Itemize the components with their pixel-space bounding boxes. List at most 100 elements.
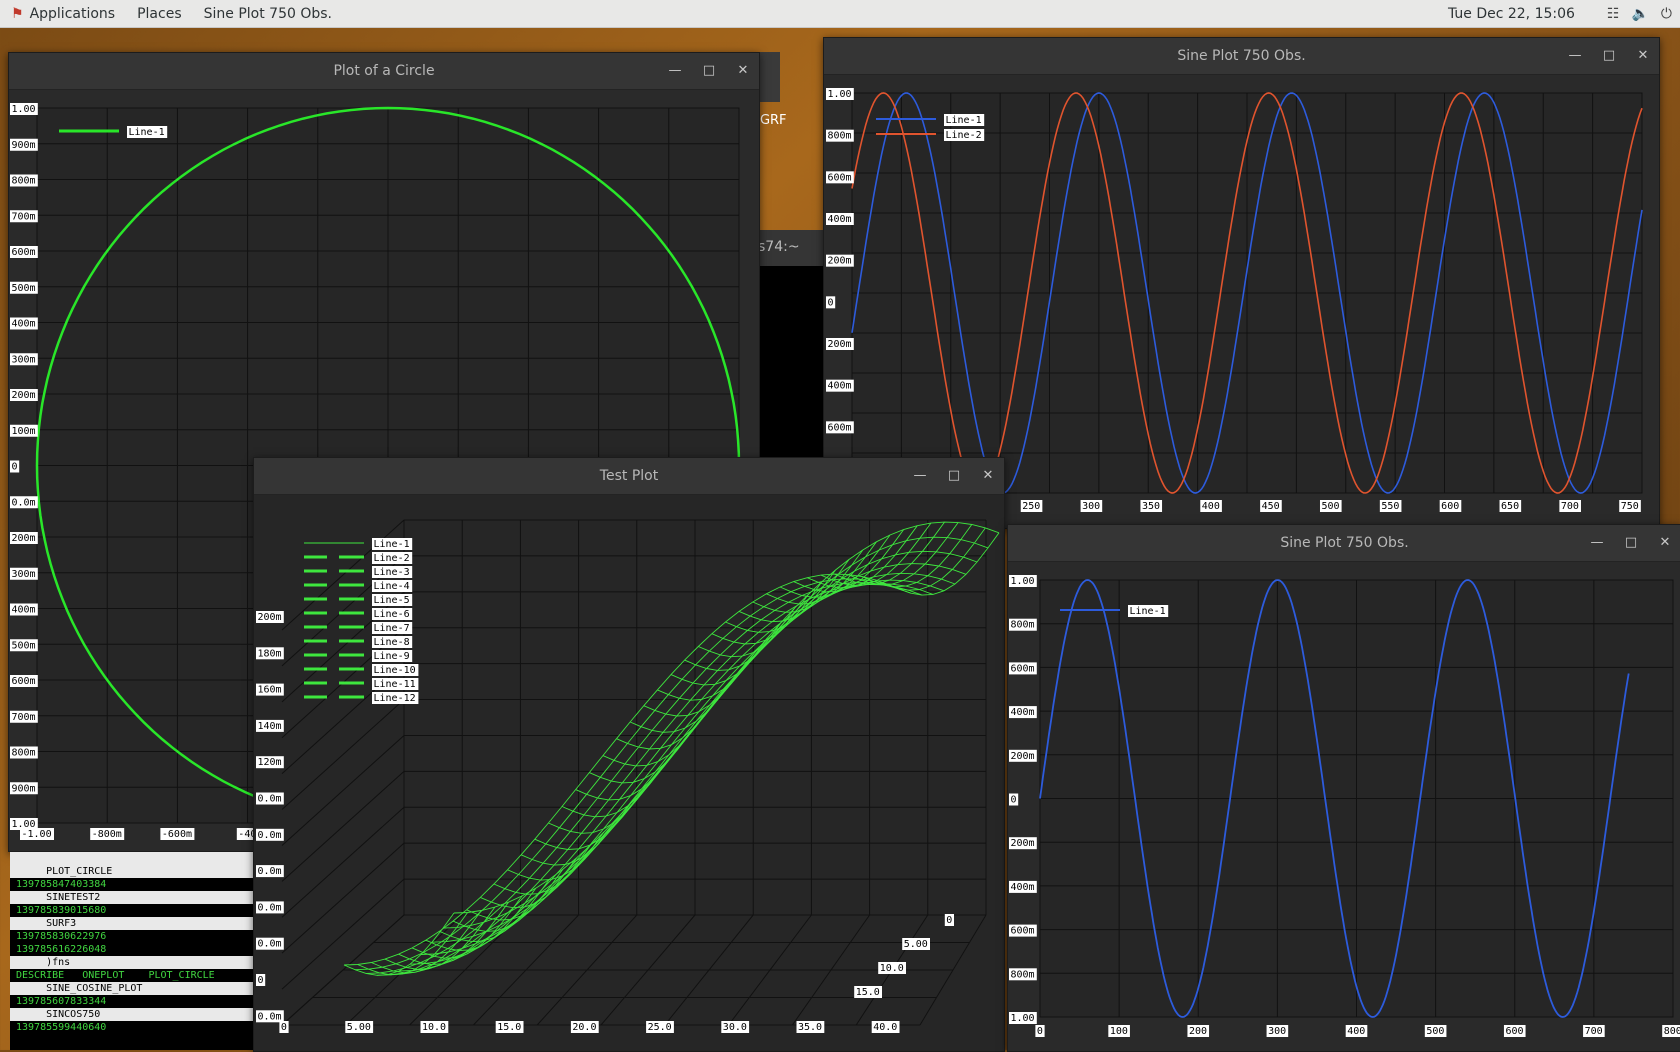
terminal-line: 139785839015680 <box>16 905 107 916</box>
y-tick-label: 0.0m <box>12 497 36 508</box>
x-tick-label: 300 <box>1082 501 1100 512</box>
x-tick-label: 550 <box>1381 501 1399 512</box>
y-tick-label: 200m <box>828 256 852 267</box>
volume-icon[interactable]: 🔈 <box>1631 6 1648 22</box>
x-tick-label: 10.0 <box>422 1022 446 1033</box>
z-tick-label: 0.0m <box>258 939 282 950</box>
x-tick-label: 650 <box>1501 501 1519 512</box>
maximize-icon[interactable]: □ <box>1601 48 1617 64</box>
y-tick-label: 800m <box>1011 969 1035 980</box>
x-tick-label: 450 <box>1262 501 1280 512</box>
legend-label: Line-7 <box>374 623 410 634</box>
sine2-window-titlebar[interactable]: Sine Plot 750 Obs. — □ ✕ <box>824 38 1659 75</box>
minimize-icon[interactable]: — <box>667 63 683 79</box>
power-icon[interactable]: ⏻ <box>1661 6 1672 22</box>
y-tick-label: 1.00 <box>1011 1013 1035 1024</box>
y-tick-label: 800m <box>1011 620 1035 631</box>
y-tick-label: 200m <box>12 533 36 544</box>
terminal-line: 139785599440640 <box>16 1022 107 1033</box>
y-tick-label: 500m <box>12 283 36 294</box>
applications-menu[interactable]: ⚑ Applications <box>0 6 126 22</box>
legend-label: Line-9 <box>374 651 410 662</box>
depth-tick-label: 0 <box>946 915 952 926</box>
maximize-icon[interactable]: □ <box>701 63 717 79</box>
y-tick-label: 400m <box>12 319 36 330</box>
terminal-window[interactable]: PLOT_CIRCLE 139785847403384 SINETEST2 1397… <box>10 852 254 1050</box>
z-tick-label: 120m <box>258 757 282 768</box>
y-tick-label: 600m <box>828 172 852 183</box>
y-tick-label: 600m <box>1011 926 1035 937</box>
sine-plot-one-line-window[interactable]: Sine Plot 750 Obs. — □ ✕ 1.00 800m 600m 400… <box>1007 524 1680 1052</box>
background-label-s74: s74:~ <box>758 239 800 255</box>
terminal-line <box>10 852 254 865</box>
y-tick-label: 200m <box>1011 838 1035 849</box>
close-icon[interactable]: ✕ <box>980 468 996 484</box>
clock[interactable]: Tue Dec 22, 15:06 <box>1448 6 1575 22</box>
terminal-line: )fns <box>10 956 254 969</box>
window-title: Sine Plot 750 Obs. <box>1177 48 1306 64</box>
y-tick-label: 100m <box>12 426 36 437</box>
legend-label-1: Line-1 <box>946 115 982 126</box>
y-tick-label: 800m <box>12 176 36 187</box>
test-plot-window[interactable]: Test Plot — □ ✕ Line-1 Line-2 Line-3 Line-4… <box>253 457 1005 1052</box>
minimize-icon[interactable]: — <box>1567 48 1583 64</box>
z-tick-label: 200m <box>258 612 282 623</box>
y-tick-label: 1.00 <box>1011 576 1035 587</box>
z-tick-label: 140m <box>258 721 282 732</box>
x-tick-label: 20.0 <box>572 1022 596 1033</box>
terminal-line: SURF3 <box>10 917 254 930</box>
circle-window-titlebar[interactable]: Plot of a Circle — □ ✕ <box>9 53 759 90</box>
x-tick-label: 30.0 <box>723 1022 747 1033</box>
x-tick-label: 750 <box>1621 501 1639 512</box>
top-bar: ⚑ Applications Places Sine Plot 750 Obs.… <box>0 0 1680 28</box>
active-app-label: Sine Plot 750 Obs. <box>203 5 332 22</box>
sine1-window-titlebar[interactable]: Sine Plot 750 Obs. — □ ✕ <box>1008 525 1680 562</box>
y-tick-label: 400m <box>828 381 852 392</box>
places-label: Places <box>137 5 182 22</box>
legend-label: Line-11 <box>374 679 416 690</box>
depth-tick-label: 10.0 <box>880 963 904 974</box>
network-icon[interactable]: ☷ <box>1607 6 1620 22</box>
y-tick-label: 500m <box>12 640 36 651</box>
legend-label: Line-3 <box>374 567 410 578</box>
y-tick-label: 400m <box>828 214 852 225</box>
test-window-titlebar[interactable]: Test Plot — □ ✕ <box>254 458 1004 495</box>
legend-label: Line-4 <box>374 581 410 592</box>
x-tick-label: 500 <box>1321 501 1339 512</box>
minimize-icon[interactable]: — <box>912 468 928 484</box>
x-tick-label: 35.0 <box>798 1022 822 1033</box>
places-menu[interactable]: Places <box>126 6 193 22</box>
legend-label: Line-12 <box>374 693 416 704</box>
close-icon[interactable]: ✕ <box>1657 535 1673 551</box>
z-tick-label: 0.0m <box>258 830 282 841</box>
maximize-icon[interactable]: □ <box>1623 535 1639 551</box>
z-tick-label: 0.0m <box>258 794 282 805</box>
x-tick-label: 200 <box>1189 1026 1207 1037</box>
active-app-menu[interactable]: Sine Plot 750 Obs. <box>193 6 343 22</box>
x-tick-label: 5.00 <box>347 1022 371 1033</box>
minimize-icon[interactable]: — <box>1589 535 1605 551</box>
terminal-line: 139785607833344 <box>16 996 107 1007</box>
y-tick-label: 400m <box>1011 882 1035 893</box>
legend-label: Line-1 <box>374 539 410 550</box>
legend-label: Line-1 <box>129 127 165 138</box>
close-icon[interactable]: ✕ <box>735 63 751 79</box>
sine-one-line-plot: 1.00 800m 600m 400m 200m 0 200m 400m 600m 800m 1.0… <box>1009 575 1680 1037</box>
legend-label: Line-10 <box>374 665 416 676</box>
x-tick-label: 350 <box>1142 501 1160 512</box>
y-tick-label: 800m <box>828 131 852 142</box>
x-tick-label: 800 <box>1664 1026 1680 1037</box>
y-tick-label: 600m <box>12 247 36 258</box>
x-tick-label: 0 <box>1037 1026 1043 1037</box>
x-tick-label: 400 <box>1202 501 1220 512</box>
sine-plot-two-lines-window[interactable]: Sine Plot 750 Obs. — □ ✕ 1.00 800m 600m 400… <box>823 37 1660 529</box>
maximize-icon[interactable]: □ <box>946 468 962 484</box>
y-tick-label: 400m <box>12 605 36 616</box>
z-tick-label: 0.0m <box>258 866 282 877</box>
y-tick-label: 300m <box>12 569 36 580</box>
close-icon[interactable]: ✕ <box>1635 48 1651 64</box>
terminal-line: PLOT_CIRCLE <box>10 865 254 878</box>
x-tick-label: -1.00 <box>22 829 52 840</box>
legend-label: Line-2 <box>374 553 410 564</box>
x-tick-label: 40.0 <box>873 1022 897 1033</box>
